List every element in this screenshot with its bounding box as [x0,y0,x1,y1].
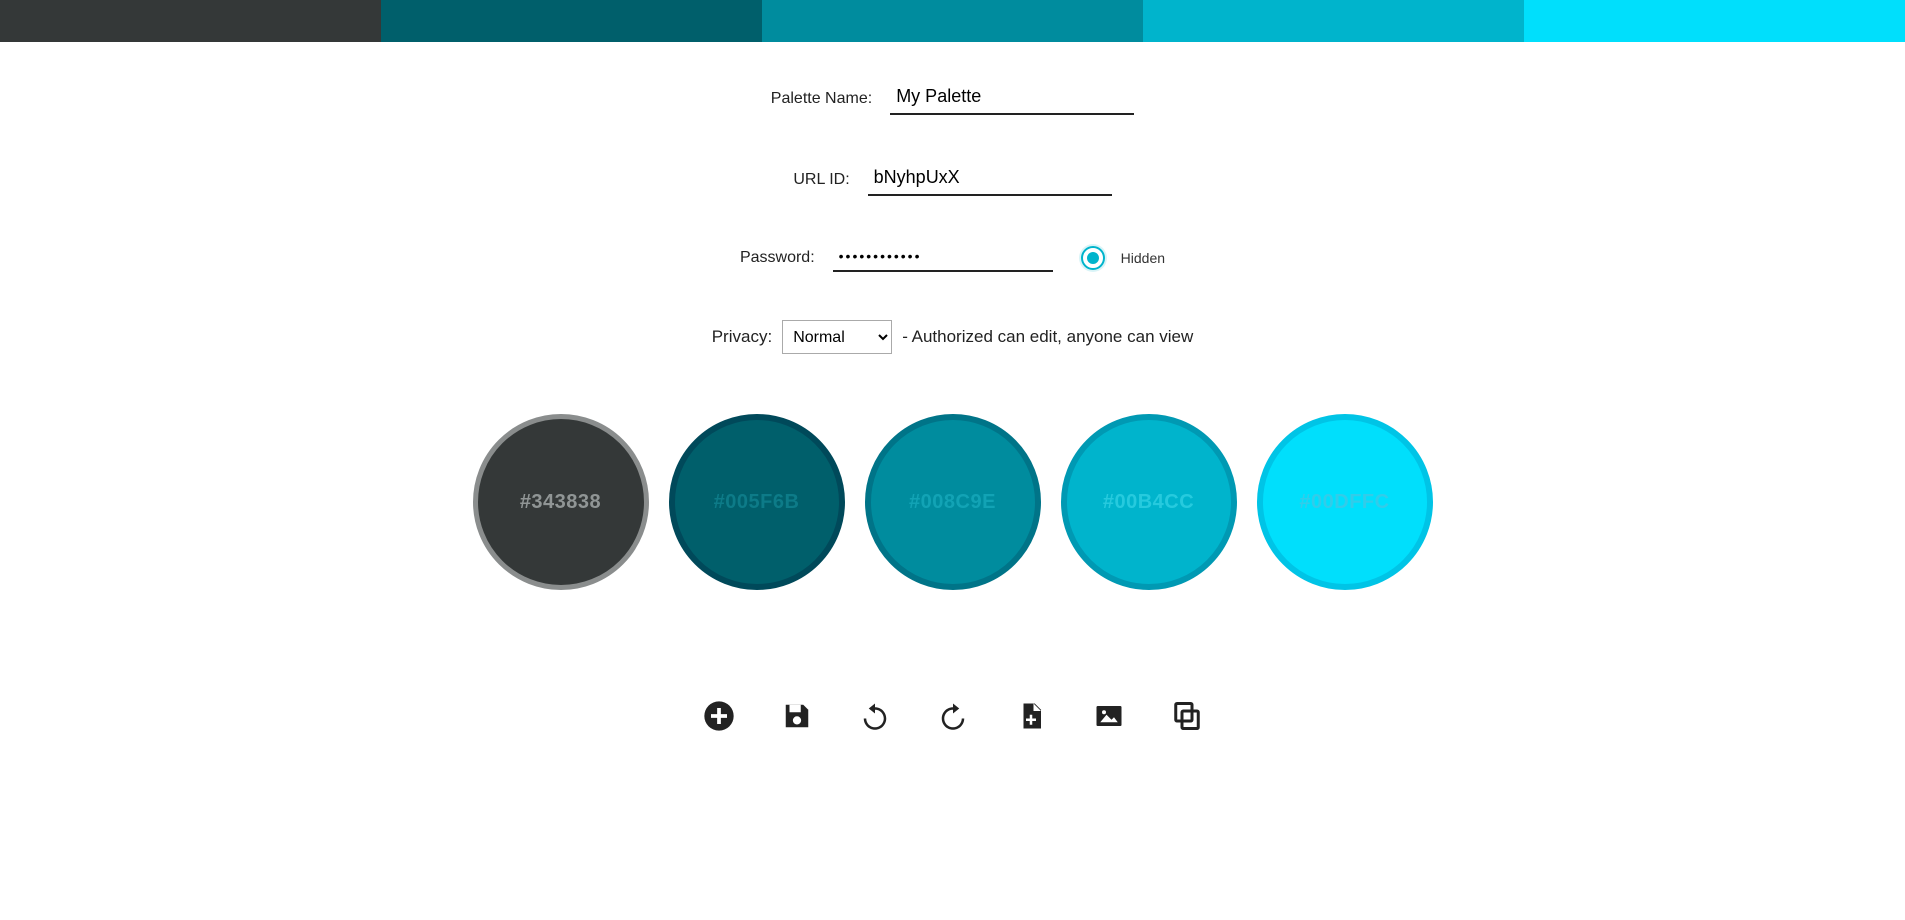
strip-swatch-0 [0,0,381,42]
redo-button[interactable] [937,700,969,732]
swatch-circle-2[interactable]: #008C9E [865,414,1041,590]
swatch-label: #00DFFC [1299,491,1389,514]
image-icon [1094,701,1124,731]
copy-button[interactable] [1171,700,1203,732]
swatch-circle-4[interactable]: #00DFFC [1257,414,1433,590]
row-url-id: URL ID: [0,163,1905,196]
copy-icon [1172,701,1202,731]
swatch-label: #343838 [520,491,601,514]
palette-strip [0,0,1905,42]
privacy-description: - Authorized can edit, anyone can view [902,327,1193,347]
swatch-label: #005F6B [714,491,800,514]
palette-name-label: Palette Name: [771,90,872,108]
undo-icon [860,701,890,731]
url-id-input[interactable] [868,163,1112,196]
row-palette-name: Palette Name: [0,82,1905,115]
swatch-circle-0[interactable]: #343838 [473,414,649,590]
swatch-label: #00B4CC [1103,491,1194,514]
swatch-circle-1[interactable]: #005F6B [669,414,845,590]
password-label: Password: [740,249,815,267]
file-plus-icon [1016,701,1046,731]
hidden-label: Hidden [1121,250,1165,266]
privacy-label: Privacy: [712,327,772,347]
swatch-circle-3[interactable]: #00B4CC [1061,414,1237,590]
strip-swatch-2 [762,0,1143,42]
strip-swatch-3 [1143,0,1524,42]
swatch-label: #008C9E [909,491,996,514]
swatch-circle-row: #343838 #005F6B #008C9E #00B4CC #00DFFC [0,414,1905,590]
strip-swatch-4 [1524,0,1905,42]
url-id-label: URL ID: [793,171,849,189]
row-password: Password: Hidden [0,244,1905,272]
redo-icon [938,701,968,731]
privacy-select[interactable]: Normal [782,320,892,354]
row-privacy: Privacy: Normal - Authorized can edit, a… [0,320,1905,354]
save-icon [782,701,812,731]
add-color-button[interactable] [703,700,735,732]
save-button[interactable] [781,700,813,732]
undo-button[interactable] [859,700,891,732]
radio-dot-icon [1087,252,1099,264]
password-input[interactable] [833,244,1053,272]
image-button[interactable] [1093,700,1125,732]
plus-circle-icon [703,700,735,732]
settings-form: Palette Name: URL ID: Password: Hidden P… [0,42,1905,772]
action-toolbar [0,700,1905,772]
new-file-button[interactable] [1015,700,1047,732]
palette-name-input[interactable] [890,82,1134,115]
strip-swatch-1 [381,0,762,42]
password-hidden-toggle[interactable]: Hidden [1081,246,1165,270]
radio-icon[interactable] [1081,246,1105,270]
